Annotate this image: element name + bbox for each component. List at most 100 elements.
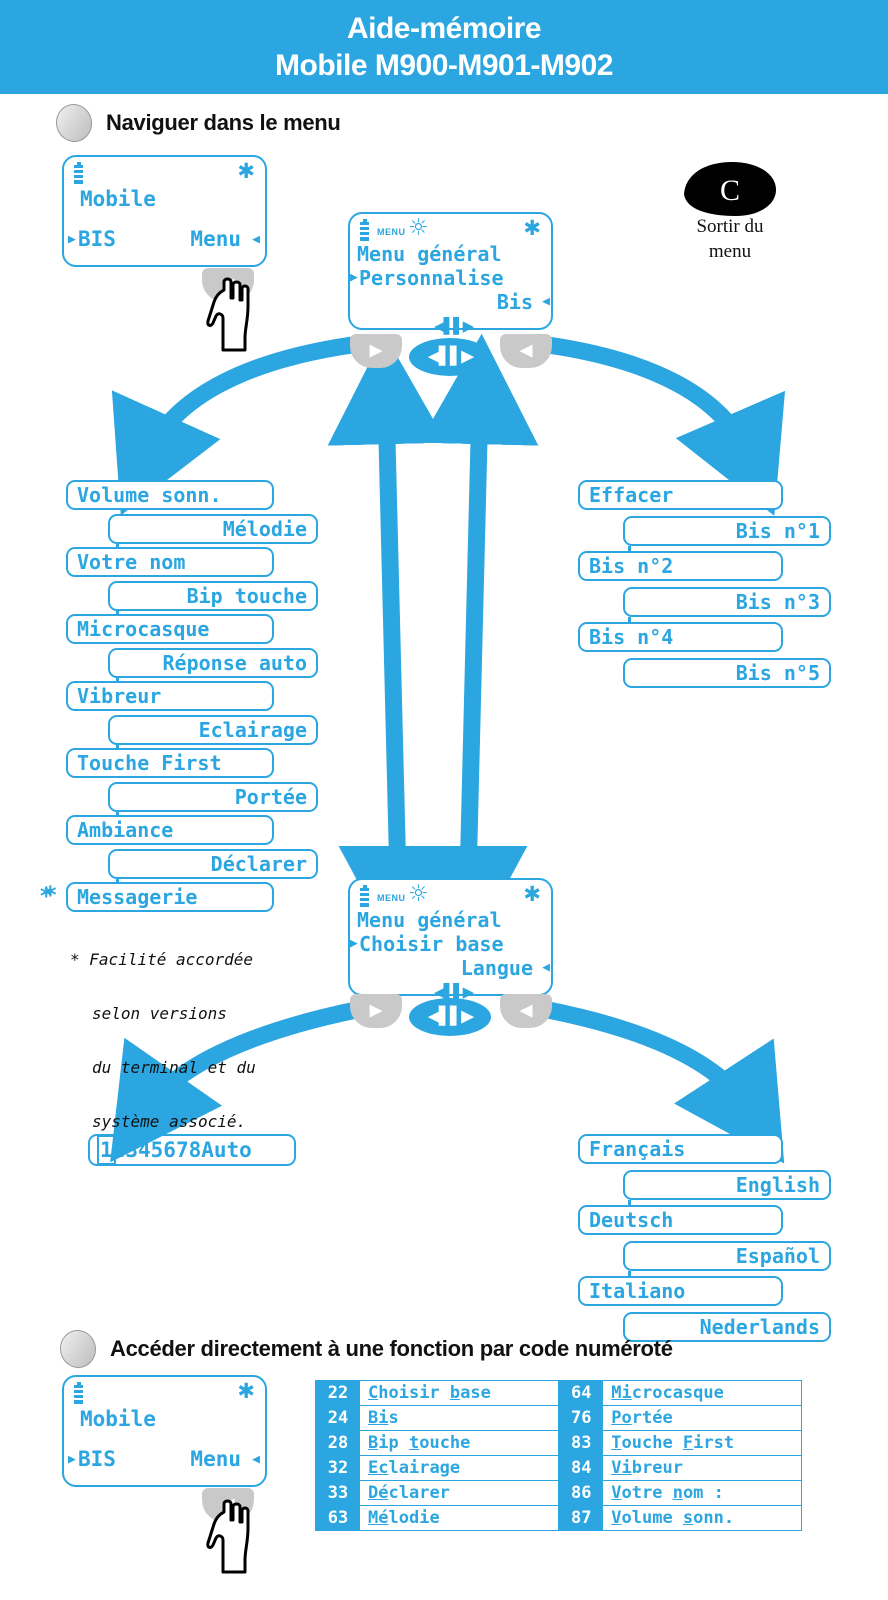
screen-idle-top-softkey-right: Menu <box>190 227 241 251</box>
code-table-number: 22 <box>316 1381 360 1405</box>
langue-item[interactable]: English <box>623 1169 831 1200</box>
langue-item-label: Français <box>589 1137 686 1161</box>
personnalise-item-label: Volume sonn. <box>77 483 222 507</box>
hand-pointer-icon <box>206 277 250 352</box>
battery-icon <box>360 219 369 241</box>
code-table-row[interactable]: 84 Vi breur <box>559 1456 801 1481</box>
key-c-label: C <box>720 174 740 207</box>
code-table-label: Choisir b ase <box>368 1383 491 1403</box>
code-table-number: 64 <box>559 1381 604 1405</box>
softkey-right-menu2[interactable]: ◀ <box>500 994 552 1028</box>
personnalise-item[interactable]: Portée <box>108 781 318 812</box>
base-digit[interactable]: 6 <box>163 1138 176 1162</box>
hand-pointer-icon <box>206 1499 250 1574</box>
personnalise-item-label: Messagerie <box>77 885 198 909</box>
code-table-number: 76 <box>559 1406 604 1430</box>
code-table-row[interactable]: 87 Volume s onn. <box>559 1506 801 1530</box>
personnalise-item[interactable]: Eclairage <box>108 714 318 745</box>
langue-item[interactable]: Deutsch <box>578 1205 783 1235</box>
nav-bar-icon: ◀▌▌▶ <box>427 346 474 367</box>
code-table-row[interactable]: 33 Dé clarer <box>316 1481 558 1506</box>
base-digit[interactable]: 5 <box>151 1138 164 1162</box>
base-digit[interactable]: 8 <box>189 1138 202 1162</box>
personnalise-item-label: Votre nom <box>77 550 186 574</box>
langue-item[interactable]: Italiano <box>578 1276 783 1306</box>
bis-item-label: Effacer <box>589 483 674 507</box>
base-digit[interactable]: 4 <box>138 1138 151 1162</box>
code-table-label: Mi crocasque <box>611 1383 724 1403</box>
code-table-number: 87 <box>559 1506 604 1530</box>
personnalise-item[interactable]: Volume sonn. <box>66 480 274 510</box>
screen-menu-general-2-right-marker: ◀ <box>542 960 550 975</box>
personnalise-item[interactable]: Bip touche <box>108 580 318 611</box>
code-table-row[interactable]: 76 Po rtée <box>559 1406 801 1431</box>
code-table-label: Ec lairage <box>368 1458 461 1478</box>
softkey-left-menu2[interactable]: ▶ <box>350 994 402 1028</box>
bis-item[interactable]: Effacer <box>578 480 783 510</box>
base-auto-label[interactable]: Auto <box>201 1138 252 1162</box>
screen-idle-top-left-marker: ▶ <box>68 232 76 247</box>
bis-item[interactable]: Bis n°3 <box>623 586 831 617</box>
nav-bar-icon: ◀▌▌▶ <box>427 1006 474 1027</box>
personnalise-item-label: Mélodie <box>222 516 307 541</box>
base-digit-strip[interactable]: 1 2 3 4 5 6 7 8 Auto <box>88 1134 296 1166</box>
personnalise-item[interactable]: Messagerie <box>66 882 274 912</box>
battery-icon <box>74 162 83 184</box>
exit-caption-line2: menu <box>708 241 752 262</box>
code-table-number: 32 <box>316 1456 360 1480</box>
code-table-row[interactable]: 63 Mé lodie <box>316 1506 558 1530</box>
bis-item[interactable]: Bis n°1 <box>623 515 831 546</box>
key-c-exit[interactable]: C <box>680 160 780 220</box>
code-table-row[interactable]: 83 Touche First <box>559 1431 801 1456</box>
nav-key-menu2[interactable]: ◀▌▌▶ <box>409 998 491 1036</box>
code-table-label: Bis <box>368 1408 399 1428</box>
langue-item[interactable]: Español <box>623 1240 831 1271</box>
screen-idle-top-right-marker: ◀ <box>252 232 260 247</box>
base-digit[interactable]: 2 <box>113 1138 126 1162</box>
screen-idle-top-softkey-left: BIS <box>78 227 116 251</box>
personnalise-item[interactable]: Ambiance <box>66 815 274 845</box>
screen-idle-bottom-left-marker: ▶ <box>68 1452 76 1467</box>
screen-idle-bottom-softkey-right: Menu <box>190 1447 241 1471</box>
footnote-text: * Facilité accordée selon versions du te… <box>70 915 256 1167</box>
bis-item-label: Bis n°4 <box>589 625 674 649</box>
exit-caption: Sortir du menu <box>660 214 800 264</box>
code-table-number: 84 <box>559 1456 604 1480</box>
base-digit[interactable]: 1 <box>97 1135 116 1165</box>
nav-key-menu1[interactable]: ◀▌▌▶ <box>409 338 491 376</box>
code-table-row[interactable]: 64 Mi crocasque <box>559 1381 801 1406</box>
code-table-row[interactable]: 28 Bip t ouche <box>316 1431 558 1456</box>
base-digit[interactable]: 7 <box>176 1138 189 1162</box>
screen-menu-general-2-item-selected: Choisir base <box>359 932 504 956</box>
bis-item[interactable]: Bis n°2 <box>578 551 783 581</box>
bis-item[interactable]: Bis n°5 <box>623 657 831 688</box>
langue-item[interactable]: Français <box>578 1134 783 1164</box>
screen-menu-general-1-title: Menu général <box>357 242 502 266</box>
personnalise-item[interactable]: Vibreur <box>66 681 274 711</box>
personnalise-item[interactable]: Microcasque <box>66 614 274 644</box>
softkey-right-menu1[interactable]: ◀ <box>500 334 552 368</box>
personnalise-item[interactable]: Votre nom <box>66 547 274 577</box>
code-table-number: 86 <box>559 1481 604 1505</box>
code-table-label: Vi breur <box>611 1458 683 1478</box>
langue-item-label: Español <box>735 1243 820 1268</box>
triangle-left-icon: ◀ <box>519 340 533 361</box>
screen-idle-bottom-right-marker: ◀ <box>252 1452 260 1467</box>
softkey-left-menu1[interactable]: ▶ <box>350 334 402 368</box>
code-table-row[interactable]: 22 Choisir b ase <box>316 1381 558 1406</box>
bis-item-label: Bis n°2 <box>589 554 674 578</box>
code-table-row[interactable]: 24 Bi s <box>316 1406 558 1431</box>
code-table-row[interactable]: 86 Votre n om : <box>559 1481 801 1506</box>
langue-item-label: Deutsch <box>589 1208 674 1232</box>
personnalise-item[interactable]: Mélodie <box>108 513 318 544</box>
personnalise-item[interactable]: Touche First <box>66 748 274 778</box>
bis-item[interactable]: Bis n°4 <box>578 622 783 652</box>
code-table-label: Mé lodie <box>368 1508 440 1528</box>
personnalise-item[interactable]: Déclarer <box>108 848 318 879</box>
langue-item-label: Italiano <box>589 1279 686 1303</box>
personnalise-item[interactable]: Réponse auto <box>108 647 318 678</box>
code-table-row[interactable]: 32 Ec lairage <box>316 1456 558 1481</box>
personnalise-item-label: Microcasque <box>77 617 210 641</box>
base-digit[interactable]: 3 <box>125 1138 138 1162</box>
code-table-number: 83 <box>559 1431 604 1455</box>
